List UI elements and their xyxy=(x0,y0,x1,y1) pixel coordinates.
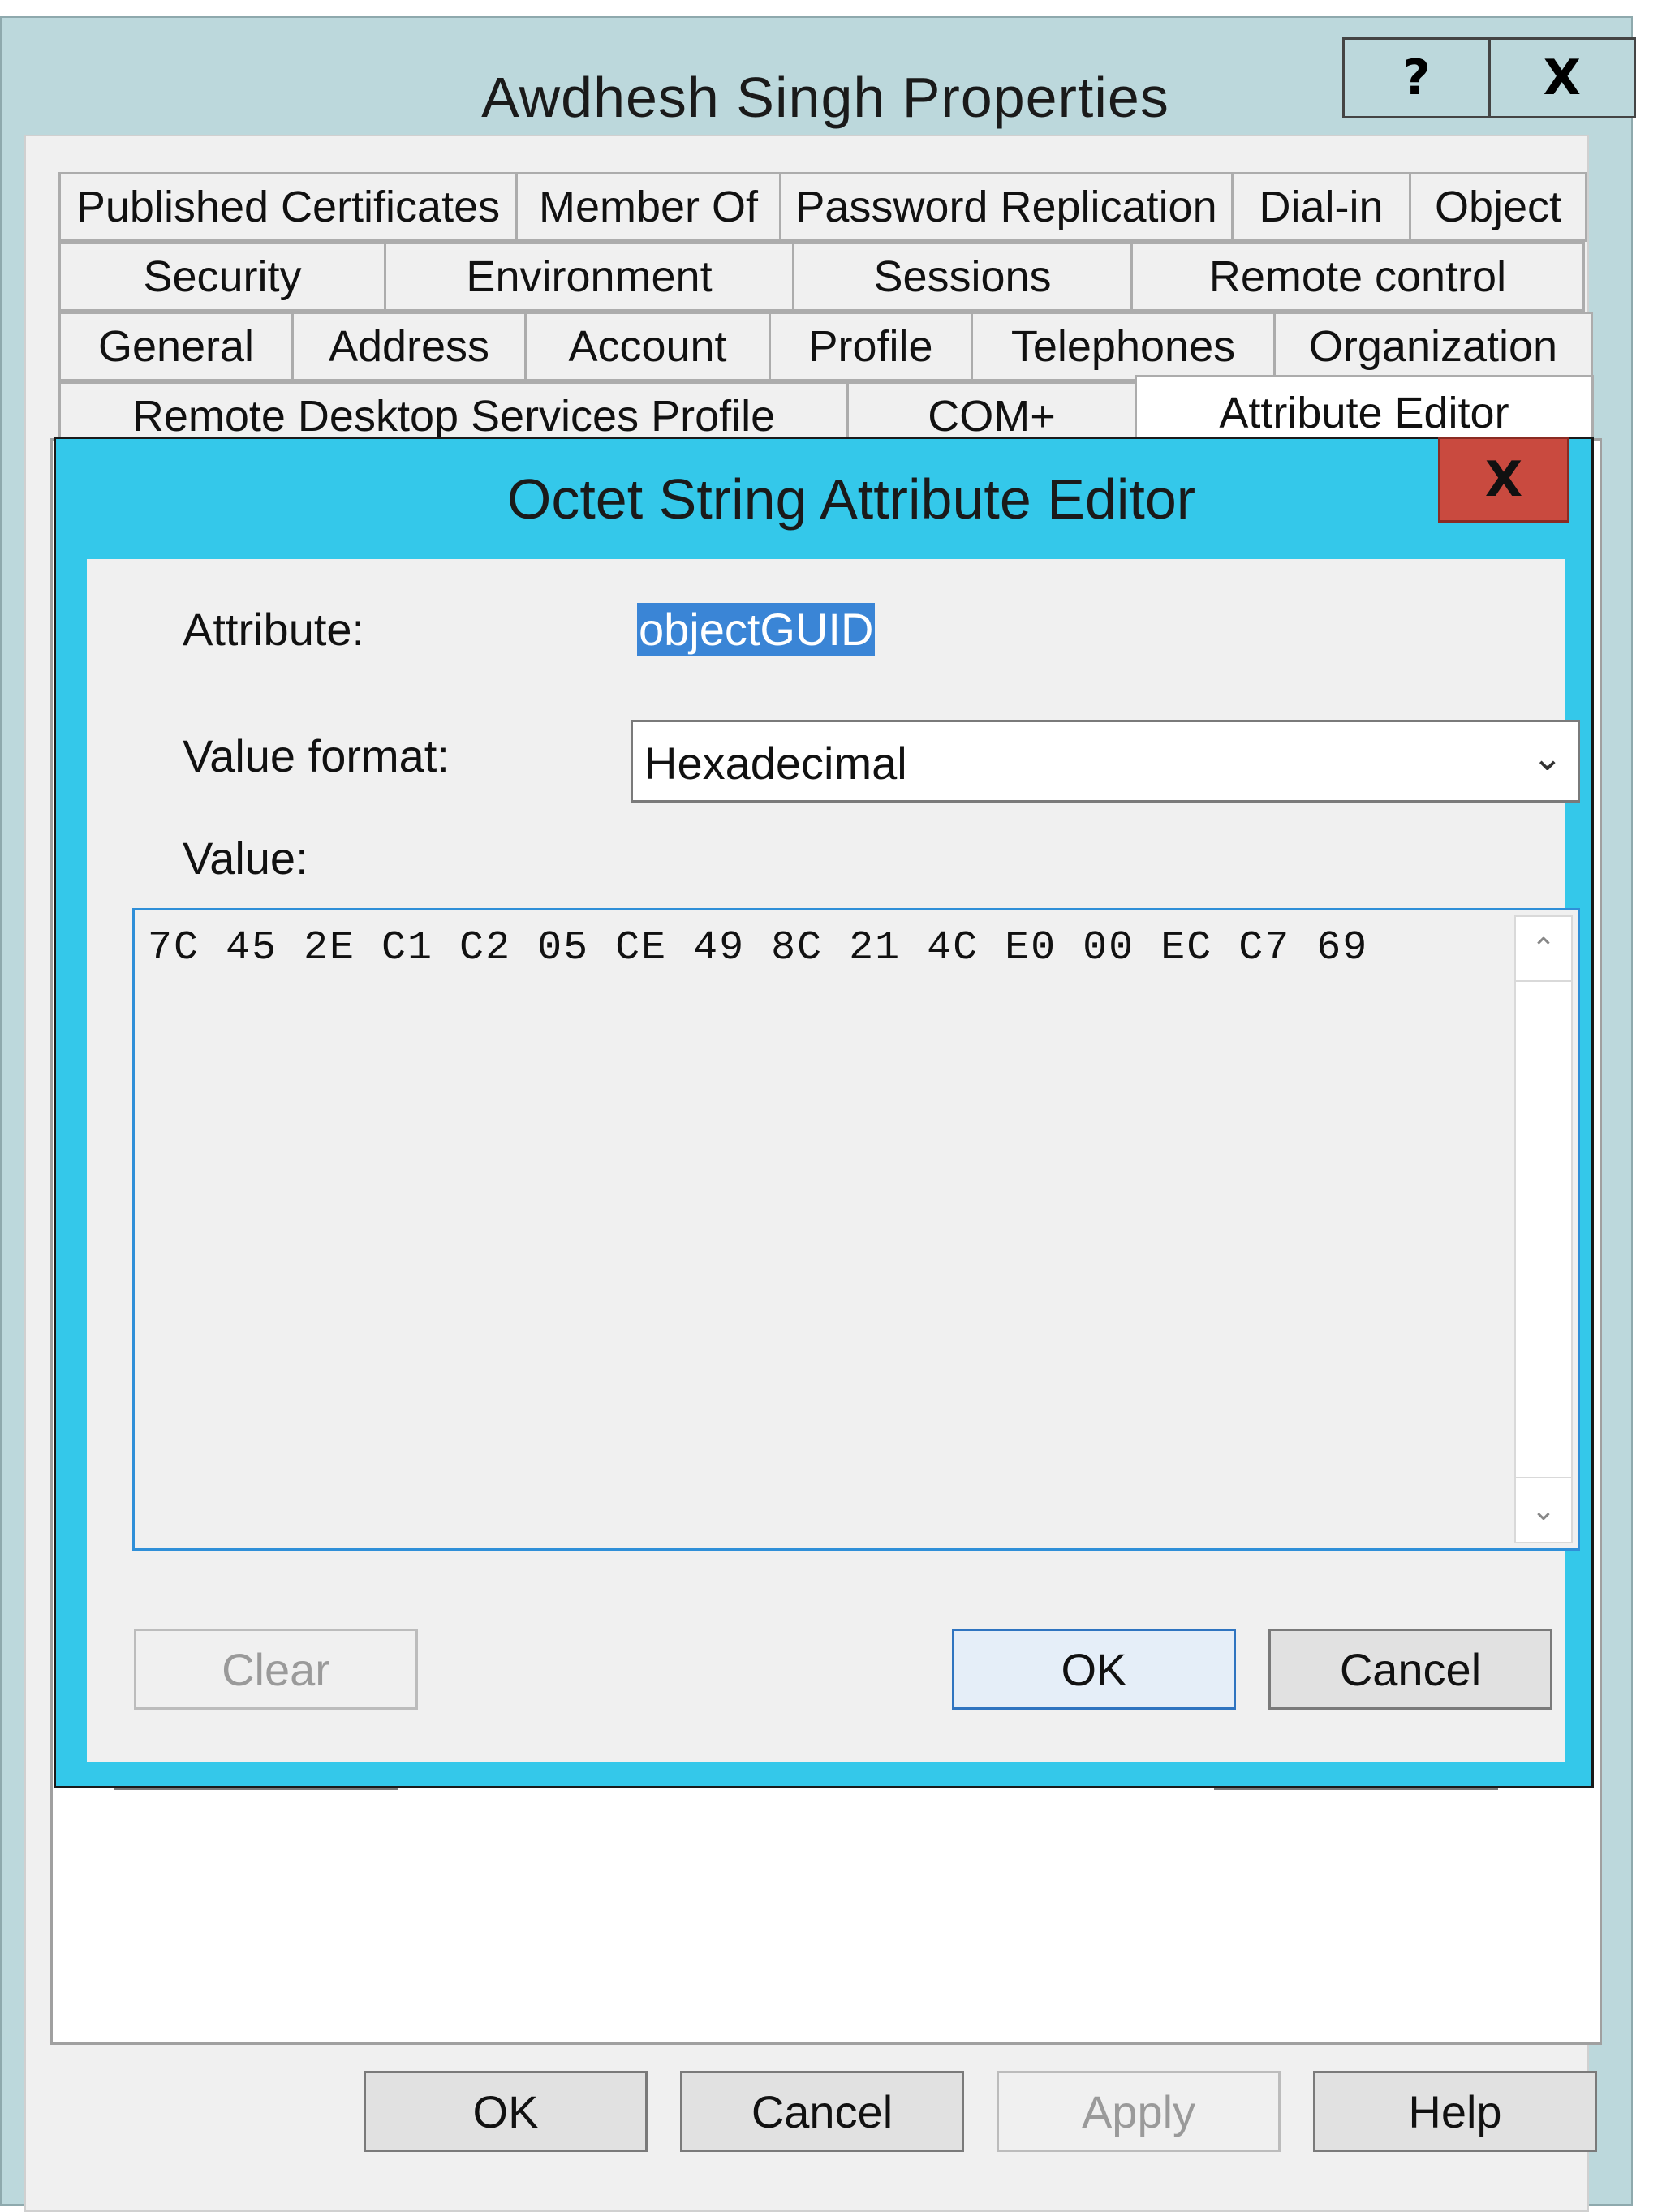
tab-dial-in[interactable]: Dial-in xyxy=(1231,172,1411,242)
value-label: Value: xyxy=(183,833,308,884)
value-format-select[interactable]: Hexadecimal ⌄ xyxy=(631,720,1580,803)
tab-sessions[interactable]: Sessions xyxy=(792,242,1133,312)
chevron-down-icon[interactable]: ⌄ xyxy=(1531,735,1563,779)
value-format-selected: Hexadecimal xyxy=(644,738,907,789)
ok-button[interactable]: OK xyxy=(364,2071,648,2152)
dialog-ok-button[interactable]: OK xyxy=(952,1629,1236,1710)
dialog-title: Octet String Attribute Editor xyxy=(506,467,1196,531)
tab-row-3: General Address Account Profile Telephon… xyxy=(58,312,1593,381)
tab-profile[interactable]: Profile xyxy=(769,312,973,381)
close-icon[interactable]: X xyxy=(1488,40,1634,116)
value-text: 7C 45 2E C1 C2 05 CE 49 8C 21 4C E0 00 E… xyxy=(148,925,1369,971)
tab-password-replication[interactable]: Password Replication xyxy=(779,172,1234,242)
clear-button[interactable]: Clear xyxy=(134,1629,418,1710)
dialog-close-icon[interactable]: X xyxy=(1438,437,1569,523)
tab-environment[interactable]: Environment xyxy=(384,242,794,312)
tab-account[interactable]: Account xyxy=(524,312,771,381)
value-textarea[interactable]: 7C 45 2E C1 C2 05 CE 49 8C 21 4C E0 00 E… xyxy=(132,908,1580,1551)
tab-published-certificates[interactable]: Published Certificates xyxy=(58,172,518,242)
tab-row-2: Security Environment Sessions Remote con… xyxy=(58,242,1585,312)
help-button[interactable]: Help xyxy=(1313,2071,1597,2152)
help-icon[interactable]: ? xyxy=(1345,40,1488,116)
tab-object[interactable]: Object xyxy=(1409,172,1587,242)
tab-remote-control[interactable]: Remote control xyxy=(1130,242,1585,312)
tab-member-of[interactable]: Member Of xyxy=(515,172,781,242)
scroll-down-icon[interactable]: ⌄ xyxy=(1516,1477,1571,1542)
attribute-label: Attribute: xyxy=(183,604,365,655)
tab-organization[interactable]: Organization xyxy=(1273,312,1593,381)
attribute-value[interactable]: objectGUID xyxy=(637,603,876,656)
value-format-label: Value format: xyxy=(183,730,450,781)
apply-button[interactable]: Apply xyxy=(997,2071,1281,2152)
title-bar-buttons: ? X xyxy=(1342,37,1636,118)
tab-address[interactable]: Address xyxy=(291,312,527,381)
dialog-cancel-button[interactable]: Cancel xyxy=(1268,1629,1552,1710)
dialog-client-area: Attribute: objectGUID Value format: Hexa… xyxy=(87,559,1580,1762)
octet-string-editor-dialog: Octet String Attribute Editor Attribute:… xyxy=(54,437,1594,1788)
cancel-button[interactable]: Cancel xyxy=(680,2071,964,2152)
scroll-up-icon[interactable]: ⌃ xyxy=(1516,917,1571,982)
vertical-scrollbar[interactable]: ⌃ ⌄ xyxy=(1514,915,1573,1543)
tab-general[interactable]: General xyxy=(58,312,294,381)
tab-telephones[interactable]: Telephones xyxy=(971,312,1276,381)
tab-row-1: Published Certificates Member Of Passwor… xyxy=(58,172,1587,242)
tab-security[interactable]: Security xyxy=(58,242,386,312)
